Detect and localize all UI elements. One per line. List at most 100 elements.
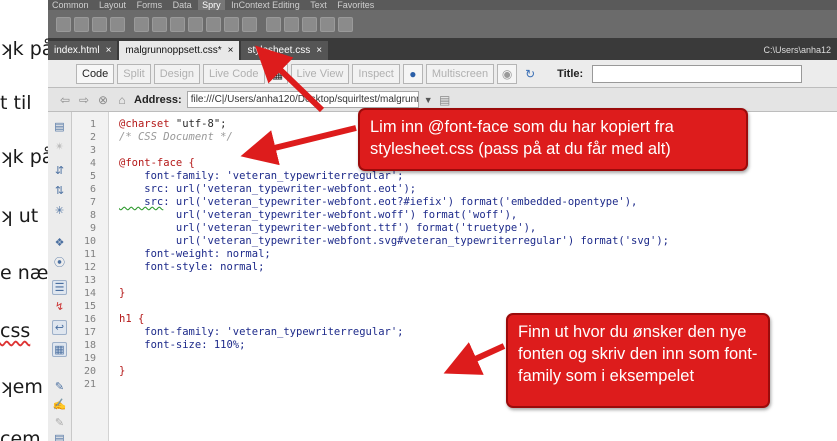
code-token: font-family: [119, 326, 214, 338]
collapse-selection-icon[interactable]: ⇅: [52, 184, 67, 199]
code-token: font-size: [119, 339, 202, 351]
spry-validation-textarea-icon[interactable]: [188, 16, 203, 32]
spry-validation-radio-icon[interactable]: [242, 16, 257, 32]
insert-tab-data[interactable]: Data: [169, 0, 196, 10]
validate-icon[interactable]: ▦: [267, 63, 288, 84]
select-parent-tag-icon[interactable]: ❖: [52, 236, 67, 251]
back-icon[interactable]: ⇦: [58, 93, 72, 107]
insert-tab-spry[interactable]: Spry: [198, 0, 225, 10]
document-text-fragment: ʞk på: [0, 146, 48, 168]
insert-toolbar: [48, 10, 837, 38]
close-icon[interactable]: ×: [106, 45, 112, 56]
spry-repeat-list-icon[interactable]: [110, 16, 125, 32]
instruction-callout-font-family: Finn ut hvor du ønsker den nye fonten og…: [506, 313, 770, 408]
live-code-button[interactable]: Live Code: [202, 63, 265, 84]
code-line: url('veteran_typewriter-webfont.svg#vete…: [119, 235, 669, 247]
line-number: 18: [83, 340, 96, 351]
insert-tab-favorites[interactable]: Favorites: [333, 0, 378, 10]
globe-icon[interactable]: ●: [402, 63, 423, 84]
title-input[interactable]: [592, 64, 803, 83]
code-line: font-family: 'veteran_typewriterregular'…: [119, 170, 403, 183]
close-icon[interactable]: ×: [228, 45, 234, 56]
spry-repeat-icon[interactable]: [92, 16, 107, 32]
split-view-button[interactable]: Split: [117, 63, 151, 84]
code-view-button[interactable]: Code: [76, 63, 115, 84]
word-wrap-icon[interactable]: ↩: [52, 320, 67, 335]
insert-tab-text[interactable]: Text: [306, 0, 331, 10]
title-label: Title:: [557, 67, 584, 80]
home-icon[interactable]: ⌂: [115, 93, 129, 107]
line-number: 15: [83, 301, 96, 312]
insert-tab-common[interactable]: Common: [48, 0, 93, 10]
line-number: 6: [89, 184, 96, 195]
spry-validation-confirm-icon[interactable]: [224, 16, 239, 32]
close-icon[interactable]: ×: [316, 45, 322, 56]
code-line: }: [119, 287, 126, 299]
design-view-button[interactable]: Design: [153, 63, 200, 84]
code-token: src: [119, 183, 164, 195]
document-text-fragment: ʞ ut: [0, 205, 39, 227]
browser-check-icon[interactable]: ◉: [497, 63, 518, 84]
tab-label: malgrunnoppsett.css*: [125, 45, 222, 56]
line-number: 21: [83, 379, 96, 390]
code-line: src: url('veteran_typewriter-webfont.eot…: [119, 183, 416, 196]
line-number: 20: [83, 366, 96, 377]
spry-data-set-icon[interactable]: [56, 16, 71, 32]
syntax-coloring-icon[interactable]: ▦: [52, 342, 67, 357]
spry-tooltip-icon[interactable]: [338, 16, 353, 32]
code-token: : normal;: [207, 261, 265, 273]
line-numbers-icon[interactable]: ☰: [52, 280, 67, 295]
stop-icon[interactable]: ⊗: [96, 93, 110, 107]
inspect-button[interactable]: Inspect: [352, 63, 400, 84]
insert-tab-layout[interactable]: Layout: [95, 0, 130, 10]
expand-all-icon[interactable]: ✳: [52, 204, 67, 219]
spry-menu-bar-icon[interactable]: [266, 16, 281, 32]
line-number: 2: [89, 132, 96, 143]
remove-comment-icon[interactable]: ✍: [52, 398, 67, 413]
line-number: 11: [83, 249, 96, 260]
code-line: url('veteran_typewriter-webfont.woff') f…: [119, 209, 518, 221]
apply-comment-icon[interactable]: ✎: [52, 380, 67, 395]
line-number: 12: [83, 262, 96, 273]
document-text-fragment: cem: [0, 428, 41, 441]
line-number: 19: [83, 353, 96, 364]
forward-icon[interactable]: ⇨: [77, 93, 91, 107]
insert-tab-incontext-editing[interactable]: InContext Editing: [227, 0, 304, 10]
code-token: font-weight: [119, 248, 214, 260]
multiscreen-button[interactable]: Multiscreen: [425, 63, 495, 84]
tab-index-html[interactable]: index.html ×: [48, 41, 118, 60]
tab-stylesheet-css[interactable]: stylesheet.css ×: [241, 41, 329, 60]
insert-panel-tabs: Common Layout Forms Data Spry InContext …: [48, 0, 837, 10]
indent-icon[interactable]: ▤: [52, 432, 67, 441]
spry-region-icon[interactable]: [74, 16, 89, 32]
open-documents-icon[interactable]: ▤: [52, 120, 67, 135]
insert-tab-forms[interactable]: Forms: [133, 0, 167, 10]
address-input[interactable]: file:///C|/Users/anha120/Desktop/squirlt…: [186, 91, 419, 108]
code-token: : url('veteran_typewriter-webfont.eot');: [163, 183, 417, 195]
line-number: 13: [83, 275, 96, 286]
balance-braces-icon[interactable]: ⦿: [52, 256, 67, 271]
show-code-navigator-icon[interactable]: ✴: [52, 140, 67, 155]
code-line: @font-face {: [119, 157, 195, 169]
spry-validation-text-icon[interactable]: [134, 16, 149, 32]
coding-toolbar: ▤ ✴ ⇵ ⇅ ✳ ❖ ⦿ ☰ ↯ ↩ ▦ ✎ ✍ ✎ ▤: [48, 112, 72, 441]
line-number: 10: [83, 236, 96, 247]
page-options-icon[interactable]: ▤: [438, 93, 452, 107]
spry-validation-password-icon[interactable]: [206, 16, 221, 32]
spry-collapsible-panel-icon[interactable]: [320, 16, 335, 32]
code-line: url('veteran_typewriter-webfont.ttf') fo…: [119, 222, 537, 234]
spry-tabbed-panels-icon[interactable]: [284, 16, 299, 32]
code-token: : 'veteran_typewriterregular';: [213, 326, 404, 338]
spry-validation-select-icon[interactable]: [152, 16, 167, 32]
chevron-down-icon[interactable]: ▼: [424, 95, 433, 105]
tab-malgrunnoppsett-css[interactable]: malgrunnoppsett.css* ×: [119, 41, 240, 60]
spry-accordion-icon[interactable]: [302, 16, 317, 32]
refresh-icon[interactable]: ↻: [520, 64, 540, 84]
wrap-tag-icon[interactable]: ✎: [52, 416, 67, 431]
spry-validation-checkbox-icon[interactable]: [170, 16, 185, 32]
live-view-button[interactable]: Live View: [290, 63, 350, 84]
tab-label: index.html: [54, 45, 100, 56]
highlight-invalid-code-icon[interactable]: ↯: [52, 300, 67, 315]
line-number: 8: [89, 210, 96, 221]
collapse-tag-icon[interactable]: ⇵: [52, 164, 67, 179]
